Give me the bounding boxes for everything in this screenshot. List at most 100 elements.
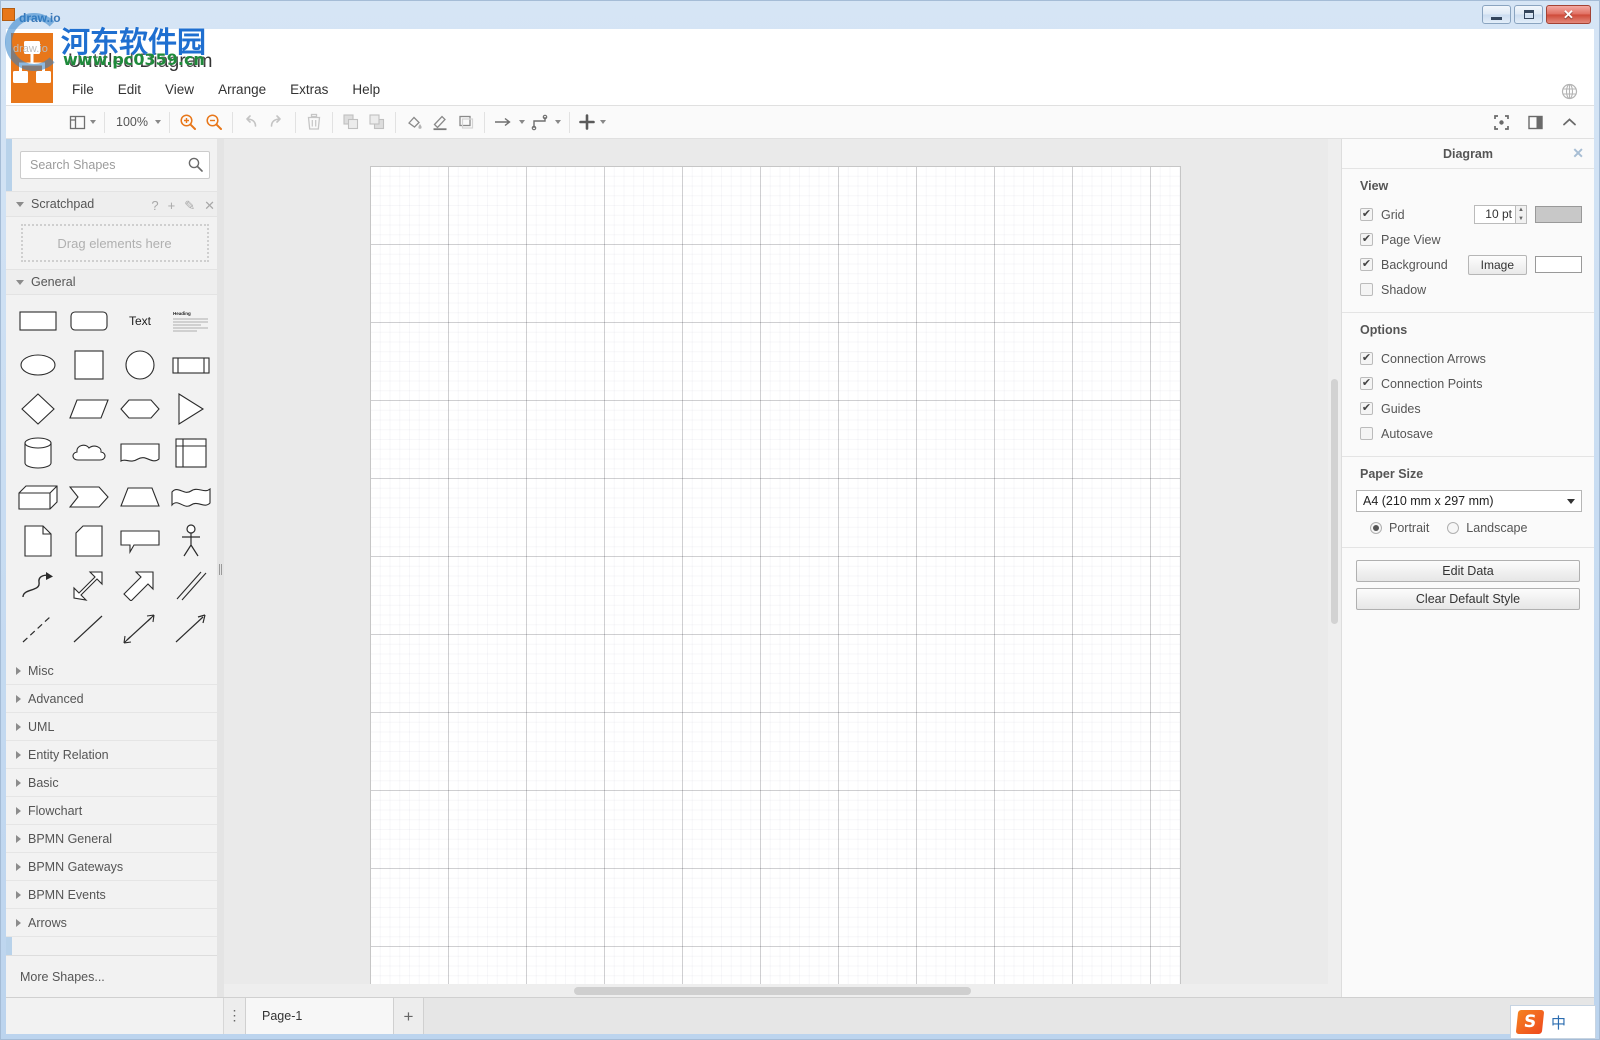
shape-callout[interactable] <box>115 523 166 559</box>
shape-diamond[interactable] <box>12 391 63 427</box>
shape-triangle[interactable] <box>166 391 217 427</box>
close-window-button[interactable]: ✕ <box>1546 5 1591 24</box>
shape-document[interactable] <box>115 435 166 471</box>
redo-button[interactable] <box>264 108 290 136</box>
connection-arrow-button[interactable] <box>490 108 528 136</box>
edit-data-button[interactable]: Edit Data <box>1356 560 1580 582</box>
maximize-button[interactable] <box>1514 5 1543 24</box>
shape-text[interactable]: Text <box>115 303 166 339</box>
spinner-down-icon[interactable]: ▼ <box>1516 215 1526 224</box>
shape-process[interactable] <box>166 347 217 383</box>
shape-double-line[interactable] <box>166 567 217 603</box>
grid-size-spinner[interactable]: ▲ ▼ <box>1516 205 1527 224</box>
shape-parallelogram[interactable] <box>63 391 114 427</box>
shadow-button[interactable] <box>453 108 479 136</box>
sidebar-item-bpmn-gateways[interactable]: BPMN Gateways <box>6 853 223 881</box>
sidebar-item-basic[interactable]: Basic <box>6 769 223 797</box>
sidebar-item-bpmn-general[interactable]: BPMN General <box>6 825 223 853</box>
landscape-radio[interactable] <box>1447 522 1459 534</box>
edge-style-button[interactable] <box>528 108 564 136</box>
sidebar-item-bpmn-events[interactable]: BPMN Events <box>6 881 223 909</box>
close-icon[interactable]: ✕ <box>204 199 215 212</box>
background-color-swatch[interactable] <box>1535 256 1582 273</box>
background-checkbox[interactable] <box>1360 258 1373 271</box>
grid-size-input[interactable]: 10 pt <box>1474 205 1516 224</box>
connection-arrows-checkbox[interactable] <box>1360 352 1373 365</box>
menu-arrange[interactable]: Arrange <box>206 79 278 100</box>
insert-button[interactable] <box>575 108 609 136</box>
close-icon[interactable]: ✕ <box>1572 146 1584 160</box>
page-menu-dots-icon[interactable]: ⋮ <box>224 998 246 1034</box>
sidebar-item-advanced[interactable]: Advanced <box>6 685 223 713</box>
menu-file[interactable]: File <box>68 79 106 100</box>
section-header-scratchpad[interactable]: Scratchpad ? + ✎ ✕ <box>6 191 223 217</box>
zoom-in-button[interactable] <box>175 108 201 136</box>
shape-square[interactable] <box>63 347 114 383</box>
ime-indicator[interactable]: S 中 <box>1510 1005 1596 1039</box>
grid-color-swatch[interactable] <box>1535 206 1582 223</box>
search-icon[interactable] <box>188 157 203 175</box>
connection-points-checkbox[interactable] <box>1360 377 1373 390</box>
shape-ellipse[interactable] <box>12 347 63 383</box>
minimize-button[interactable] <box>1482 5 1511 24</box>
zoom-out-button[interactable] <box>201 108 227 136</box>
shape-card[interactable] <box>63 523 114 559</box>
sidebar-splitter[interactable] <box>217 139 224 997</box>
canvas-horizontal-scrollbar[interactable] <box>224 984 1328 997</box>
shadow-checkbox[interactable] <box>1360 283 1373 296</box>
shape-tape[interactable] <box>166 479 217 515</box>
autosave-checkbox[interactable] <box>1360 427 1373 440</box>
sidebar-item-uml[interactable]: UML <box>6 713 223 741</box>
menu-edit[interactable]: Edit <box>106 79 153 100</box>
sidebar-item-arrows[interactable]: Arrows <box>6 909 223 937</box>
scratchpad-body[interactable]: Drag elements here <box>6 217 223 269</box>
shape-curved-arrow[interactable] <box>12 567 63 603</box>
background-image-button[interactable]: Image <box>1468 255 1527 275</box>
horizontal-scroll-thumb[interactable] <box>574 987 971 995</box>
format-panel-toggle[interactable] <box>1522 108 1548 136</box>
section-header-general[interactable]: General <box>6 269 223 295</box>
shape-cube[interactable] <box>12 479 63 515</box>
add-icon[interactable]: + <box>168 199 176 212</box>
guides-checkbox[interactable] <box>1360 402 1373 415</box>
portrait-radio[interactable] <box>1370 522 1382 534</box>
shape-textbox[interactable]: Heading <box>166 303 217 339</box>
delete-button[interactable] <box>301 108 327 136</box>
add-page-button[interactable]: + <box>394 998 424 1034</box>
page-tab-page-1[interactable]: Page-1 <box>246 998 394 1034</box>
shape-bidirectional-arrow[interactable] <box>63 567 114 603</box>
shape-hexagon[interactable] <box>115 391 166 427</box>
bring-to-front-button[interactable] <box>338 108 364 136</box>
sidebar-item-misc[interactable]: Misc <box>6 657 223 685</box>
menu-help[interactable]: Help <box>340 79 392 100</box>
collapse-toolbar-button[interactable] <box>1556 108 1582 136</box>
shape-note[interactable] <box>12 523 63 559</box>
more-shapes-button[interactable]: More Shapes... <box>6 955 223 997</box>
shape-circle[interactable] <box>115 347 166 383</box>
shape-actor[interactable] <box>166 523 217 559</box>
shape-line[interactable] <box>63 611 114 647</box>
sidebar-item-flowchart[interactable]: Flowchart <box>6 797 223 825</box>
shape-bidirectional-connector[interactable] <box>115 611 166 647</box>
send-to-back-button[interactable] <box>364 108 390 136</box>
shape-rounded-rectangle[interactable] <box>63 303 114 339</box>
diagram-canvas[interactable] <box>224 139 1341 997</box>
page-sheet[interactable] <box>370 166 1181 997</box>
shape-step[interactable] <box>63 479 114 515</box>
clear-default-style-button[interactable]: Clear Default Style <box>1356 588 1580 610</box>
shape-rectangle[interactable] <box>12 303 63 339</box>
shape-cloud[interactable] <box>63 435 114 471</box>
zoom-dropdown[interactable]: 100% <box>110 108 164 136</box>
paper-size-select[interactable]: A4 (210 mm x 297 mm) <box>1356 490 1582 512</box>
shape-cylinder[interactable] <box>12 435 63 471</box>
ime-mode-label[interactable]: 中 <box>1551 1012 1566 1033</box>
globe-icon[interactable] <box>1561 83 1578 100</box>
page-view-checkbox[interactable] <box>1360 233 1373 246</box>
shape-arrow[interactable] <box>115 567 166 603</box>
line-color-button[interactable] <box>427 108 453 136</box>
shape-directional-connector[interactable] <box>166 611 217 647</box>
sidebar-item-entity-relation[interactable]: Entity Relation <box>6 741 223 769</box>
menu-view[interactable]: View <box>153 79 206 100</box>
shape-trapezoid[interactable] <box>115 479 166 515</box>
help-icon[interactable]: ? <box>151 199 158 212</box>
